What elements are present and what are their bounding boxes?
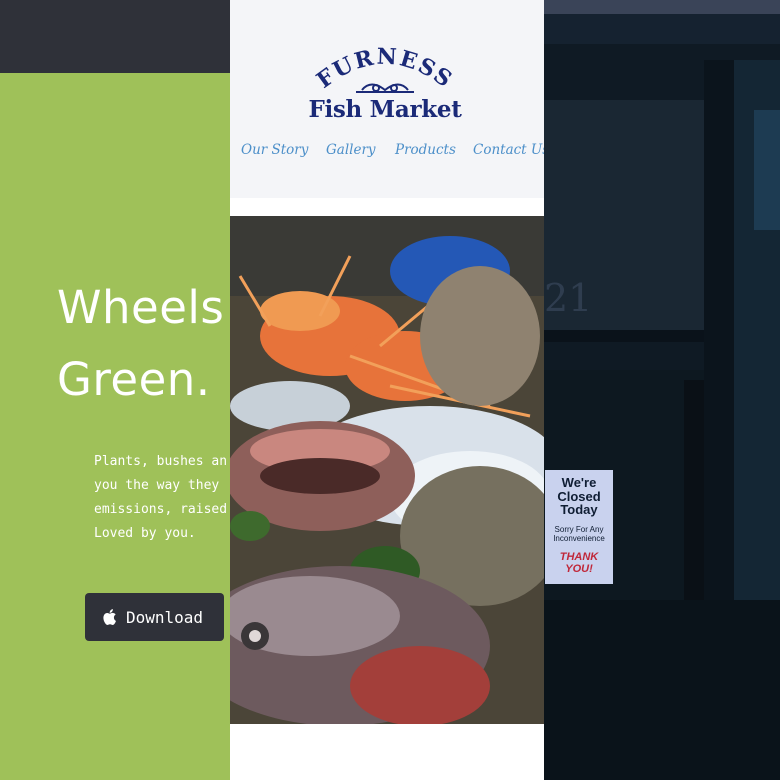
top-navbar xyxy=(0,0,232,73)
storefront-image xyxy=(544,0,780,780)
hero-description: Plants, bushes an you the way they emiss… xyxy=(94,454,228,541)
hero-section xyxy=(0,73,232,780)
download-button-label: Download xyxy=(126,607,204,627)
closed-storefront-photo: 21 We're Closed Today Sorry For Any Inco… xyxy=(544,0,780,780)
nav-our-story[interactable]: Our Story xyxy=(241,142,308,158)
sign-line-6: THANK YOU! xyxy=(559,550,599,575)
nav-contact-us[interactable]: Contact Us xyxy=(473,142,544,158)
svg-text:FURNESS: FURNESS xyxy=(312,44,458,94)
sign-line-5: Inconvenience xyxy=(553,533,605,543)
nav-products[interactable]: Products xyxy=(395,142,456,158)
door-number: 21 xyxy=(544,276,593,320)
apple-icon xyxy=(103,609,117,625)
sign-line-1: We're xyxy=(561,475,597,490)
main-nav: Our Story Gallery Products Contact Us xyxy=(230,142,544,162)
sign-line-4: Sorry For Any xyxy=(554,524,604,534)
hero-title: Wheels Green. xyxy=(57,281,225,406)
fish-market-site-panel: FURNESS Fish Market Our Story Gallery Pr… xyxy=(230,0,544,780)
app-landing-panel: Wheels Green. Plants, bushes an you the … xyxy=(0,0,232,780)
logo-line-1: FURNESS xyxy=(312,44,456,94)
site-header: FURNESS Fish Market Our Story Gallery Pr… xyxy=(230,0,544,198)
sign-line-3: Today xyxy=(560,502,598,517)
seafood-photo xyxy=(230,216,544,724)
site-logo[interactable]: FURNESS Fish Market xyxy=(300,40,470,130)
closed-sign: We're Closed Today Sorry For Any Inconve… xyxy=(545,470,613,584)
download-button[interactable]: Download xyxy=(85,593,224,641)
nav-gallery[interactable]: Gallery xyxy=(326,142,376,158)
sign-line-2: Closed xyxy=(557,488,601,504)
logo-line-2: Fish Market xyxy=(308,96,462,123)
seafood-display-image xyxy=(230,216,544,724)
